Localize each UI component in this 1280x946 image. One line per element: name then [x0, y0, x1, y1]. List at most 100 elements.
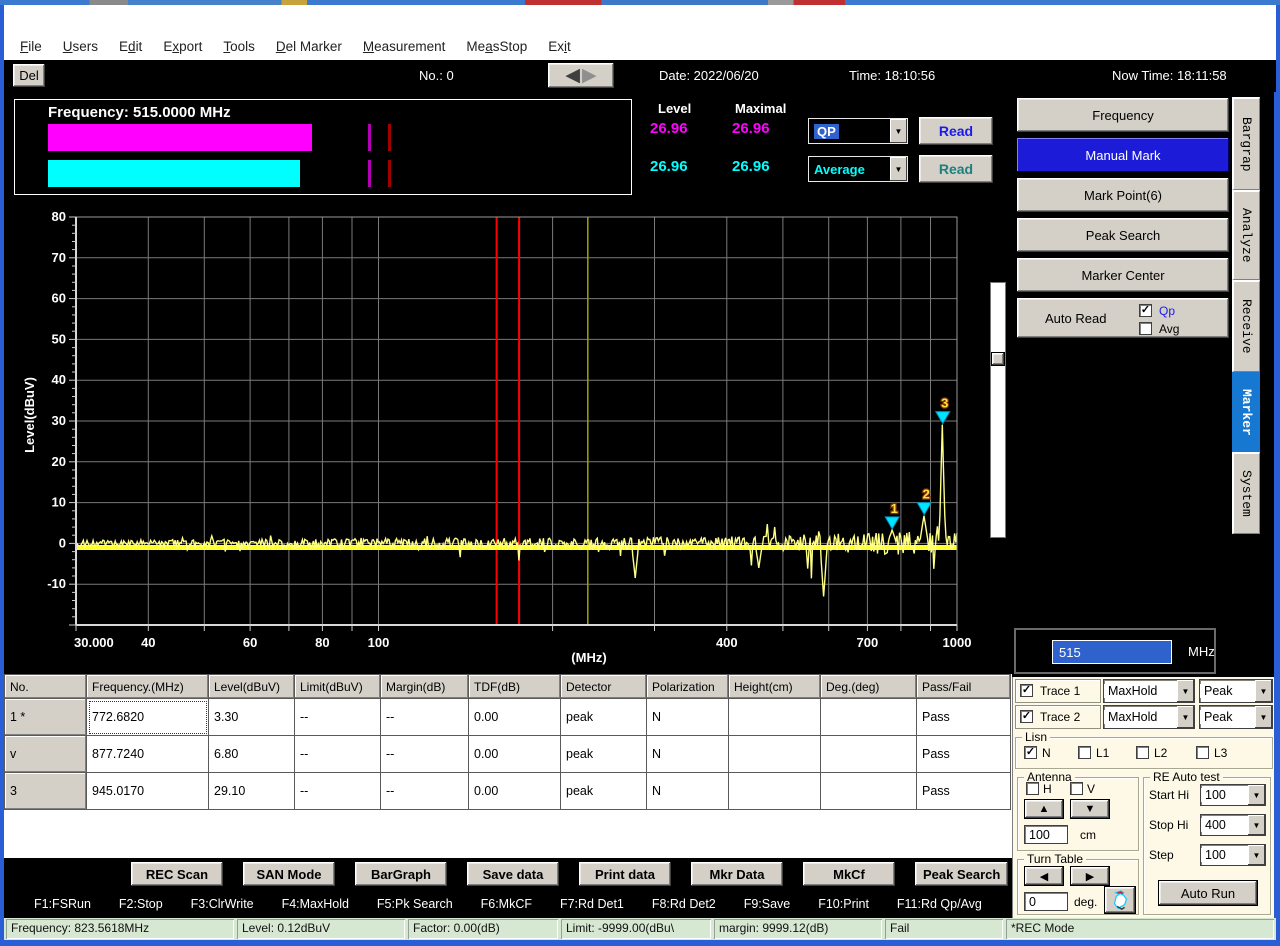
table-cell[interactable] — [729, 773, 821, 810]
lisn-l3-checkbox[interactable] — [1196, 746, 1209, 759]
dropdown-arrow-icon[interactable]: ▼ — [1248, 785, 1265, 805]
tab-bargrap[interactable]: Bargrap — [1232, 97, 1260, 190]
dropdown-arrow-icon[interactable]: ▼ — [1177, 706, 1194, 728]
table-cell[interactable]: Pass — [917, 736, 1011, 773]
table-cell[interactable]: 1 * — [5, 699, 87, 736]
bottom-button-mkr-data[interactable]: Mkr Data — [690, 861, 784, 887]
fn-key-f8[interactable]: F8:Rd Det2 — [652, 897, 716, 911]
table-cell[interactable]: peak — [561, 773, 647, 810]
table-cell[interactable]: -- — [381, 773, 469, 810]
tab-receive[interactable]: Receive — [1232, 280, 1260, 372]
table-cell[interactable]: N — [647, 699, 729, 736]
table-cell[interactable]: -- — [295, 773, 381, 810]
trace1-detector-dropdown[interactable]: Peak▼ — [1199, 679, 1273, 703]
bottom-button-peak-search[interactable]: Peak Search — [914, 861, 1009, 887]
trace2-mode-dropdown[interactable]: MaxHold▼ — [1103, 705, 1195, 729]
table-header[interactable]: Level(dBuV) — [209, 675, 295, 699]
table-cell[interactable]: 772.6820 — [87, 699, 209, 736]
table-cell[interactable]: -- — [381, 699, 469, 736]
turn-right-button[interactable]: ▶ — [1070, 866, 1110, 886]
del-button[interactable]: Del — [12, 63, 46, 88]
dropdown-arrow-icon[interactable]: ▼ — [1255, 680, 1272, 702]
trace1-mode-dropdown[interactable]: MaxHold▼ — [1103, 679, 1195, 703]
stop-height-dropdown[interactable]: 400▼ — [1200, 814, 1266, 836]
table-cell[interactable]: 0.00 — [469, 773, 561, 810]
dropdown-arrow-icon[interactable]: ▼ — [1255, 706, 1272, 728]
menu-item-file[interactable]: File — [20, 39, 42, 54]
fn-key-f10[interactable]: F10:Print — [818, 897, 869, 911]
table-header[interactable]: Detector — [561, 675, 647, 699]
fn-key-f5[interactable]: F5:Pk Search — [377, 897, 453, 911]
table-cell[interactable]: 945.0170 — [87, 773, 209, 810]
fn-key-f7[interactable]: F7:Rd Det1 — [560, 897, 624, 911]
detector-2-dropdown[interactable]: Average ▼ — [808, 156, 908, 182]
table-cell[interactable] — [729, 736, 821, 773]
table-cell[interactable]: peak — [561, 736, 647, 773]
table-cell[interactable] — [729, 699, 821, 736]
table-cell[interactable]: 0.00 — [469, 699, 561, 736]
start-height-dropdown[interactable]: 100▼ — [1200, 784, 1266, 806]
trace2-checkbox[interactable]: ✓ — [1020, 710, 1033, 723]
table-cell[interactable]: N — [647, 736, 729, 773]
bottom-button-san-mode[interactable]: SAN Mode — [242, 861, 336, 887]
table-header[interactable]: Frequency.(MHz) — [87, 675, 209, 699]
table-header[interactable]: Limit(dBuV) — [295, 675, 381, 699]
table-cell[interactable]: -- — [295, 699, 381, 736]
tab-system[interactable]: System — [1232, 452, 1260, 534]
antenna-h-checkbox[interactable] — [1026, 782, 1039, 795]
table-cell[interactable]: 3.30 — [209, 699, 295, 736]
marker-frequency-input[interactable]: 515 — [1052, 640, 1172, 664]
fn-key-f6[interactable]: F6:MkCF — [481, 897, 532, 911]
next-arrow-icon[interactable]: ▶ — [582, 64, 597, 87]
dropdown-arrow-icon[interactable]: ▼ — [1248, 815, 1265, 835]
trace2-toggle[interactable]: ✓ Trace 2 — [1015, 705, 1101, 729]
fn-key-f3[interactable]: F3:ClrWrite — [191, 897, 254, 911]
table-cell[interactable]: Pass — [917, 773, 1011, 810]
qp-checkbox[interactable]: ✓ — [1139, 304, 1152, 317]
trace1-checkbox[interactable]: ✓ — [1020, 684, 1033, 697]
bottom-button-bargraph[interactable]: BarGraph — [354, 861, 448, 887]
table-cell[interactable]: v — [5, 736, 87, 773]
table-cell[interactable]: 3 — [5, 773, 87, 810]
menu-item-measstop[interactable]: MeasStop — [466, 39, 527, 54]
chart-scrollbar-thumb[interactable] — [991, 352, 1005, 366]
bottom-button-save-data[interactable]: Save data — [466, 861, 560, 887]
table-cell[interactable]: N — [647, 773, 729, 810]
sidebar-button-mark-point-6-[interactable]: Mark Point(6) — [1016, 177, 1230, 213]
table-cell[interactable]: -- — [381, 736, 469, 773]
avg-checkbox[interactable] — [1139, 322, 1152, 335]
dropdown-arrow-icon[interactable]: ▼ — [1177, 680, 1194, 702]
table-header[interactable]: Deg.(deg) — [821, 675, 917, 699]
turn-angle-field[interactable]: 0 — [1024, 892, 1068, 911]
sidebar-button-manual-mark[interactable]: Manual Mark — [1016, 137, 1230, 173]
read-avg-button[interactable]: Read — [918, 154, 994, 184]
table-cell[interactable]: 29.10 — [209, 773, 295, 810]
tab-marker[interactable]: Marker — [1232, 372, 1260, 452]
lisn-l1-checkbox[interactable] — [1078, 746, 1091, 759]
table-cell[interactable]: 0.00 — [469, 736, 561, 773]
antenna-up-button[interactable]: ▲ — [1024, 799, 1064, 819]
turn-left-button[interactable]: ◀ — [1024, 866, 1064, 886]
sidebar-button-peak-search[interactable]: Peak Search — [1016, 217, 1230, 253]
lisn-n-checkbox[interactable]: ✓ — [1024, 746, 1037, 759]
prev-arrow-icon[interactable]: ◀ — [565, 64, 580, 87]
fn-key-f1[interactable]: F1:FSRun — [34, 897, 91, 911]
table-cell[interactable]: 6.80 — [209, 736, 295, 773]
detector-1-dropdown[interactable]: QP ▼ — [808, 118, 908, 144]
step-dropdown[interactable]: 100▼ — [1200, 844, 1266, 866]
table-cell[interactable] — [821, 699, 917, 736]
trace1-toggle[interactable]: ✓ Trace 1 — [1015, 679, 1101, 703]
menu-item-export[interactable]: Export — [163, 39, 202, 54]
dropdown-arrow-icon[interactable]: ▼ — [1248, 845, 1265, 865]
dropdown-arrow-icon[interactable]: ▼ — [890, 157, 907, 181]
table-header[interactable]: Polarization — [647, 675, 729, 699]
fn-key-f11[interactable]: F11:Rd Qp/Avg — [897, 897, 982, 911]
lisn-l2-checkbox[interactable] — [1136, 746, 1149, 759]
table-header[interactable]: TDF(dB) — [469, 675, 561, 699]
tab-analyze[interactable]: Analyze — [1232, 190, 1260, 280]
dropdown-arrow-icon[interactable]: ▼ — [890, 119, 907, 143]
menu-item-exit[interactable]: Exit — [548, 39, 571, 54]
table-header[interactable]: No. — [5, 675, 87, 699]
menu-item-del-marker[interactable]: Del Marker — [276, 39, 342, 54]
menu-item-users[interactable]: Users — [63, 39, 98, 54]
